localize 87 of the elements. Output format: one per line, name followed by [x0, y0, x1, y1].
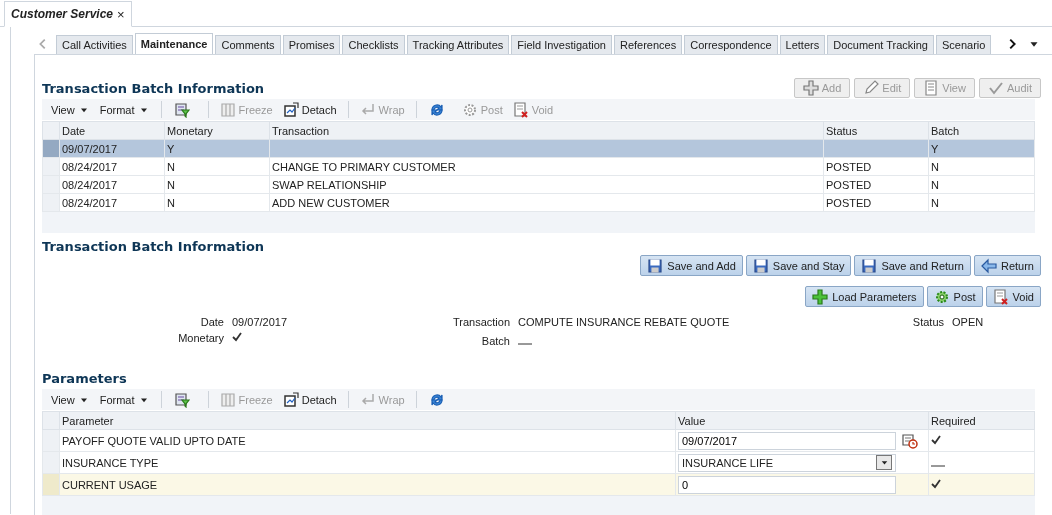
filter-icon[interactable]: [173, 391, 190, 408]
table-cell: Y: [167, 142, 175, 155]
tab[interactable]: Promises: [282, 35, 341, 54]
action-button[interactable]: Void: [985, 286, 1041, 307]
table-cell: ADD NEW CUSTOMER: [272, 196, 390, 209]
menu-button[interactable]: Format: [96, 100, 153, 119]
text-field[interactable]: 0: [678, 475, 896, 494]
table-cell: POSTED: [826, 178, 872, 191]
refresh-icon[interactable]: [428, 101, 445, 118]
table-cell: N: [167, 196, 175, 209]
plus-icon: [812, 288, 829, 305]
tab[interactable]: Checklists: [342, 35, 405, 54]
column-header[interactable]: Batch: [928, 121, 1035, 140]
calendar-icon[interactable]: [902, 432, 918, 449]
plus-icon: [802, 80, 819, 96]
floppy-icon: [647, 257, 664, 274]
tab[interactable]: Comments: [215, 35, 281, 54]
window-tab[interactable]: Customer Service ×: [4, 1, 132, 27]
floppy-icon: [861, 257, 878, 274]
tab[interactable]: Field Investigation: [511, 35, 612, 54]
tab[interactable]: Scenario: [935, 35, 992, 54]
field-label: Transaction: [451, 316, 510, 328]
refresh-icon[interactable]: [428, 391, 445, 408]
column-header[interactable]: Monetary: [164, 121, 270, 140]
section-title: Transaction Batch Information: [42, 238, 265, 254]
gear-icon: [933, 288, 950, 305]
toolbar-button[interactable]: Detach: [279, 390, 340, 409]
table-cell: N: [167, 160, 175, 173]
action-button[interactable]: Post: [926, 286, 983, 307]
table-cell: 09/07/2017: [62, 142, 118, 155]
table-cell: PAYOFF QUOTE VALID UPTO DATE: [62, 434, 246, 447]
menu-button[interactable]: View: [48, 390, 93, 409]
table-cell: N: [931, 178, 939, 191]
field-label: Batch: [480, 335, 510, 347]
tab[interactable]: Call Activities: [56, 35, 133, 54]
field-value: OPEN: [952, 316, 985, 328]
date-field[interactable]: 09/07/2017: [678, 431, 896, 450]
field-label: Status: [911, 316, 944, 328]
filter-icon[interactable]: [173, 101, 190, 118]
toolbar-button[interactable]: Detach: [279, 100, 340, 119]
check-icon: [987, 80, 1004, 96]
field-value: COMPUTE INSURANCE REBATE QUOTE: [518, 316, 731, 328]
column-header[interactable]: Date: [59, 121, 165, 140]
action-button[interactable]: Return: [973, 255, 1041, 276]
section-title: Parameters: [42, 370, 127, 386]
table-cell: POSTED: [826, 160, 872, 173]
window-tab-title: Customer Service: [11, 7, 114, 21]
table-cell: Y: [931, 142, 939, 155]
column-header[interactable]: Value: [675, 411, 929, 430]
column-header[interactable]: Transaction: [269, 121, 824, 140]
table-cell: CURRENT USAGE: [62, 478, 158, 491]
table-cell: N: [931, 196, 939, 209]
action-button[interactable]: Save and Add: [640, 255, 743, 276]
floppy-icon: [752, 257, 769, 274]
tab[interactable]: Letters: [779, 35, 826, 54]
column-header[interactable]: Required: [928, 411, 1035, 430]
action-button[interactable]: Save and Return: [854, 255, 971, 276]
close-button[interactable]: ×: [117, 6, 125, 22]
table-cell: 08/24/2017: [62, 178, 118, 191]
tab[interactable]: References: [613, 35, 683, 54]
document-x-icon: [992, 288, 1009, 305]
table-cell: INSURANCE TYPE: [62, 456, 159, 469]
document-icon: [923, 80, 940, 96]
field-value: 09/07/2017: [232, 316, 289, 328]
column-header[interactable]: Parameter: [59, 411, 676, 430]
tab[interactable]: Maintenance: [134, 33, 214, 54]
table-cell: 08/24/2017: [62, 160, 118, 173]
table-cell: CHANGE TO PRIMARY CUSTOMER: [272, 160, 456, 173]
tab[interactable]: Correspondence: [684, 35, 778, 54]
column-header[interactable]: Status: [823, 121, 929, 140]
tab[interactable]: Document Tracking: [827, 35, 934, 54]
left-arrow-icon: [980, 257, 997, 274]
action-button[interactable]: Save and Stay: [745, 255, 852, 276]
field-label: Monetary: [177, 332, 224, 346]
action-button[interactable]: Load Parameters: [805, 286, 924, 307]
table-cell: POSTED: [826, 196, 872, 209]
menu-button[interactable]: View: [48, 100, 93, 119]
section-title: Transaction Batch Information: [42, 80, 265, 96]
menu-button[interactable]: Format: [96, 390, 153, 409]
field-label: Date: [199, 316, 224, 328]
table-cell: N: [167, 178, 175, 191]
table-cell: 08/24/2017: [62, 196, 118, 209]
table-cell: N: [931, 160, 939, 173]
dropdown[interactable]: INSURANCE LIFE: [678, 453, 896, 472]
table-cell: SWAP RELATIONSHIP: [272, 178, 387, 191]
tab[interactable]: Tracking Attributes: [406, 35, 510, 54]
pencil-icon: [863, 80, 880, 96]
